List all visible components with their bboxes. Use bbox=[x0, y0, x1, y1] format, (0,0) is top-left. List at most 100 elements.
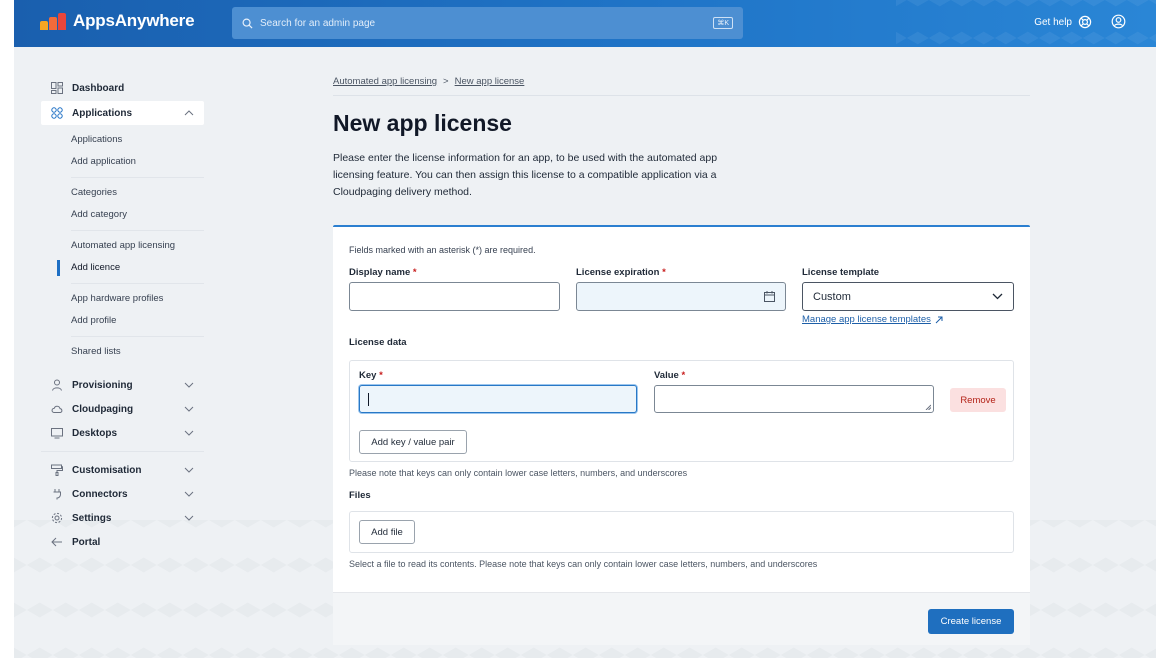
remove-pair-button[interactable]: Remove bbox=[950, 388, 1006, 412]
help-lifebuoy-icon bbox=[1078, 15, 1092, 29]
chevron-down-icon bbox=[184, 467, 194, 473]
appsanywhere-logo-icon bbox=[40, 12, 67, 30]
display-name-label-text: Display name bbox=[349, 267, 411, 278]
person-icon bbox=[51, 379, 63, 391]
breadcrumb-divider bbox=[333, 95, 1030, 96]
get-help-label: Get help bbox=[1034, 16, 1072, 28]
resize-handle-icon[interactable] bbox=[925, 404, 931, 410]
required-asterisk: * bbox=[379, 370, 383, 381]
sidebar-label: Portal bbox=[72, 536, 101, 548]
license-data-box: Key * Value * Remove Add key / value pai… bbox=[349, 360, 1014, 462]
sidebar-item-connectors[interactable]: Connectors bbox=[41, 482, 204, 506]
key-input[interactable] bbox=[359, 385, 637, 413]
sidebar-label: Settings bbox=[72, 512, 112, 524]
top-header: AppsAnywhere ⌘K Get help bbox=[14, 0, 1156, 47]
sidebar-item-customisation[interactable]: Customisation bbox=[41, 458, 204, 482]
sidebar-subitem-add-category[interactable]: Add category bbox=[71, 204, 204, 226]
page-title: New app license bbox=[333, 110, 512, 136]
sidebar-subitem-categories[interactable]: Categories bbox=[71, 182, 204, 204]
brush-icon bbox=[51, 464, 63, 476]
required-asterisk: * bbox=[412, 267, 417, 278]
sidebar-subitem-app-hardware-profiles[interactable]: App hardware profiles bbox=[71, 288, 204, 310]
plug-icon bbox=[51, 488, 63, 500]
keys-hint: Please note that keys can only contain l… bbox=[349, 468, 688, 478]
applications-grid-icon bbox=[51, 107, 63, 119]
files-label: Files bbox=[349, 490, 371, 501]
license-template-select[interactable]: Custom bbox=[802, 282, 1014, 311]
license-template-selected: Custom bbox=[813, 290, 851, 303]
search-input[interactable] bbox=[260, 17, 714, 29]
sidebar-label: Dashboard bbox=[72, 82, 125, 94]
files-hint: Select a file to read its contents. Plea… bbox=[349, 559, 818, 569]
sidebar-label: Customisation bbox=[72, 464, 142, 476]
sidebar-item-settings[interactable]: Settings bbox=[41, 506, 204, 530]
key-label-text: Key bbox=[359, 370, 377, 381]
get-help-button[interactable]: Get help bbox=[1034, 15, 1092, 29]
page-intro: Please enter the license information for… bbox=[333, 152, 718, 198]
sidebar-item-dashboard[interactable]: Dashboard bbox=[41, 76, 204, 100]
value-label-text: Value bbox=[654, 370, 679, 381]
value-textarea[interactable] bbox=[654, 385, 934, 413]
breadcrumb-current[interactable]: New app license bbox=[455, 76, 525, 87]
chevron-down-icon bbox=[184, 382, 194, 388]
license-expiration-date-input[interactable] bbox=[576, 282, 786, 311]
license-data-label: License data bbox=[349, 337, 407, 348]
submenu-divider bbox=[71, 283, 204, 284]
required-asterisk: * bbox=[681, 370, 686, 381]
sidebar-item-portal[interactable]: Portal bbox=[41, 530, 204, 554]
sidebar-nav: Dashboard Applications Applications Add … bbox=[41, 76, 204, 554]
sidebar-subitem-shared-lists[interactable]: Shared lists bbox=[71, 341, 204, 363]
chevron-up-icon bbox=[184, 110, 194, 116]
value-label: Value * bbox=[654, 370, 685, 381]
submenu-divider bbox=[71, 230, 204, 231]
manage-templates-link[interactable]: Manage app license templates bbox=[802, 314, 943, 325]
applications-submenu: Categories Add category bbox=[41, 182, 204, 226]
external-link-icon bbox=[935, 316, 943, 323]
chevron-down-icon bbox=[992, 293, 1003, 300]
breadcrumb-link-automated-app-licensing[interactable]: Automated app licensing bbox=[333, 76, 437, 87]
sidebar-subitem-applications[interactable]: Applications bbox=[71, 129, 204, 151]
chevron-down-icon bbox=[184, 491, 194, 497]
applications-submenu: Automated app licensing Add licence bbox=[41, 235, 204, 279]
sidebar-subitem-automated-app-licensing[interactable]: Automated app licensing bbox=[71, 235, 204, 257]
breadcrumb: Automated app licensing > New app licens… bbox=[333, 76, 524, 87]
key-label: Key * bbox=[359, 370, 383, 381]
manage-templates-link-text: Manage app license templates bbox=[802, 314, 931, 325]
admin-search[interactable]: ⌘K bbox=[232, 7, 743, 39]
applications-submenu: Shared lists bbox=[41, 341, 204, 363]
search-shortcut-badge: ⌘K bbox=[713, 17, 733, 29]
license-expiration-label: License expiration * bbox=[576, 267, 666, 278]
display-name-input[interactable] bbox=[349, 282, 560, 311]
breadcrumb-separator: > bbox=[443, 76, 449, 87]
sidebar-subitem-add-profile[interactable]: Add profile bbox=[71, 310, 204, 332]
add-key-value-pair-button[interactable]: Add key / value pair bbox=[359, 430, 467, 454]
text-cursor bbox=[368, 393, 369, 406]
chevron-down-icon bbox=[184, 430, 194, 436]
sidebar-label: Desktops bbox=[72, 427, 118, 439]
sidebar-label: Connectors bbox=[72, 488, 128, 500]
app-window: AppsAnywhere ⌘K Get help bbox=[14, 0, 1156, 658]
chevron-down-icon bbox=[184, 515, 194, 521]
license-expiration-label-text: License expiration bbox=[576, 267, 660, 278]
sidebar-item-provisioning[interactable]: Provisioning bbox=[41, 373, 204, 397]
sidebar-label: Applications bbox=[72, 107, 133, 119]
sidebar-item-cloudpaging[interactable]: Cloudpaging bbox=[41, 397, 204, 421]
cloud-icon bbox=[51, 403, 63, 415]
user-menu-button[interactable] bbox=[1111, 14, 1126, 34]
sidebar-subitem-add-application[interactable]: Add application bbox=[71, 151, 204, 173]
submenu-divider bbox=[71, 336, 204, 337]
applications-submenu: App hardware profiles Add profile bbox=[41, 288, 204, 332]
gear-icon bbox=[51, 512, 63, 524]
add-file-button[interactable]: Add file bbox=[359, 520, 415, 544]
files-box: Add file bbox=[349, 511, 1014, 553]
calendar-icon[interactable] bbox=[764, 291, 775, 302]
arrow-left-icon bbox=[51, 536, 63, 548]
sidebar-subitem-add-licence[interactable]: Add licence bbox=[71, 257, 204, 279]
create-license-button[interactable]: Create license bbox=[928, 609, 1014, 634]
sidebar-item-applications[interactable]: Applications bbox=[41, 101, 204, 125]
monitor-icon bbox=[51, 427, 63, 439]
chevron-down-icon bbox=[184, 406, 194, 412]
app-logo[interactable]: AppsAnywhere bbox=[40, 11, 195, 31]
sidebar-item-desktops[interactable]: Desktops bbox=[41, 421, 204, 445]
license-template-label: License template bbox=[802, 267, 880, 278]
